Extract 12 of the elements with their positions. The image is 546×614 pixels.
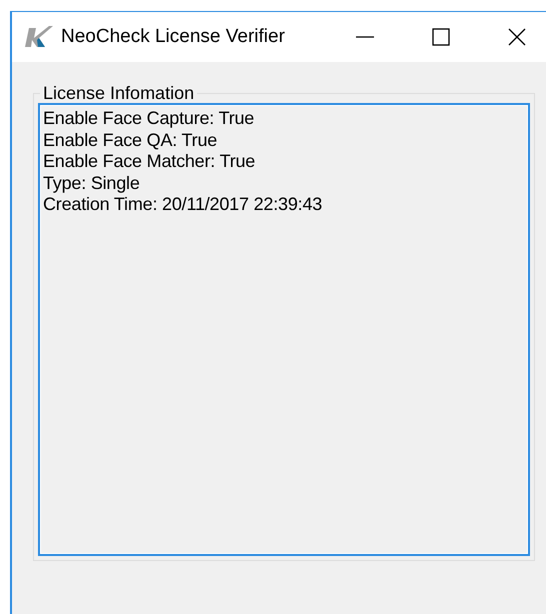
window-title: NeoCheck License Verifier (61, 26, 286, 48)
text-box[interactable]: Enable Face Capture: True Enable Face QA: True Enable Face Matcher: True Type: Single Creation Time: 20/11/2017 22:39:43 (38, 103, 530, 556)
group-label: License Infomation (42, 83, 196, 103)
text-line: Enable Face Matcher: True (43, 151, 256, 173)
close-icon (508, 28, 526, 46)
minimize-icon (355, 36, 375, 38)
app-logo-icon (25, 25, 53, 49)
text-line: Type: Single (43, 172, 141, 194)
text-line: Enable Face QA: True (43, 130, 218, 152)
maximize-icon (432, 28, 450, 46)
text-line: Enable Face Capture: True (43, 108, 256, 130)
text-line: Creation Time: 20/11/2017 22:39:43 (43, 194, 324, 216)
